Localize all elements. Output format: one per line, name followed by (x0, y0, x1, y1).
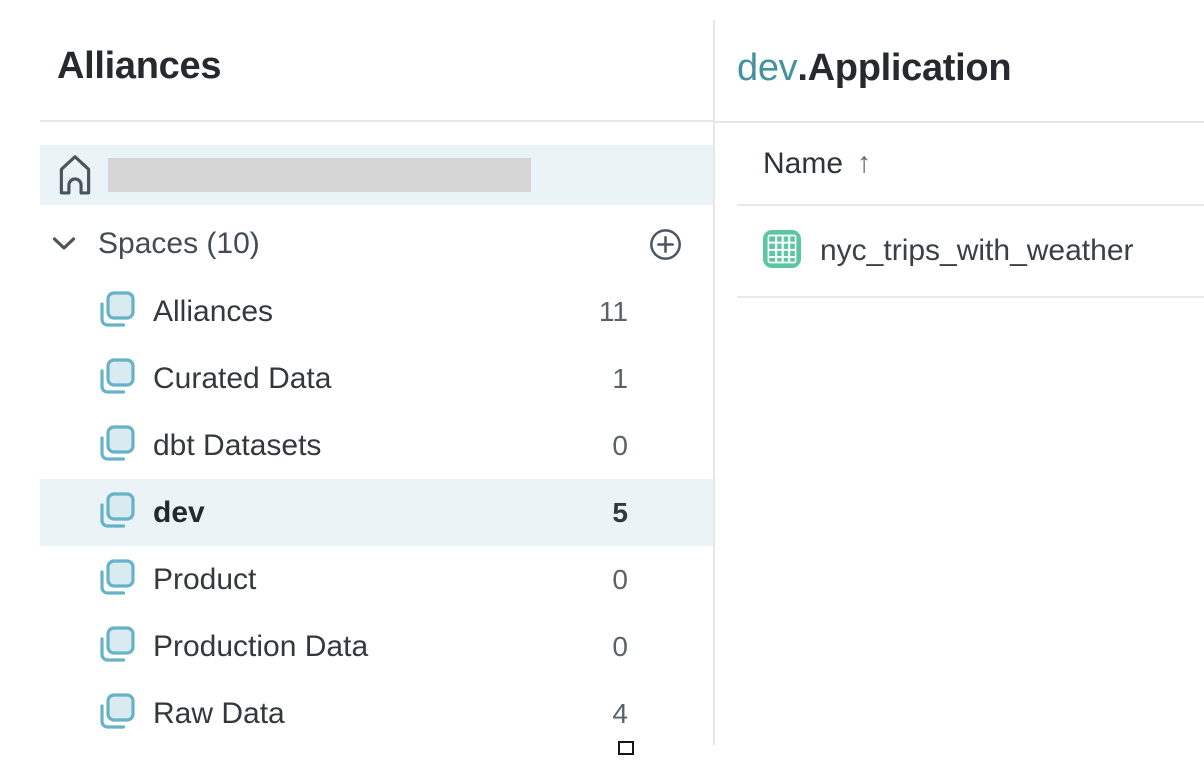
breadcrumb-header: dev.Application (715, 0, 1204, 123)
space-item-label: dbt Datasets (153, 429, 321, 463)
app-window: Alliances Spaces (10) (0, 0, 1204, 770)
space-item-dev[interactable]: dev 5 (40, 479, 713, 546)
home-nav-row[interactable] (40, 145, 713, 205)
sort-ascending-arrow: ↑ (857, 147, 872, 180)
cursor-artifact (618, 741, 634, 755)
space-item-alliances[interactable]: Alliances 11 (40, 278, 713, 345)
space-item-count: 1 (612, 363, 713, 395)
sidebar-title-divider (40, 120, 713, 122)
chevron-down-icon[interactable] (52, 236, 76, 252)
space-item-count: 0 (612, 631, 713, 663)
space-icon (95, 624, 136, 670)
breadcrumb-entity: Application (808, 47, 1012, 89)
spaces-section-label: Spaces (10) (98, 227, 260, 261)
name-column-label: Name (763, 147, 843, 181)
space-item-count: 4 (612, 698, 713, 730)
main-panel: dev.Application Name ↑ (715, 0, 1204, 770)
name-column-header[interactable]: Name ↑ (737, 123, 1204, 206)
space-item-label: Production Data (153, 630, 368, 664)
breadcrumb-space-link[interactable]: dev (737, 47, 797, 89)
space-item-label: Curated Data (153, 362, 331, 396)
space-item-product[interactable]: Product 0 (40, 546, 713, 613)
plus-circle-icon[interactable] (649, 228, 682, 261)
redacted-label-bar (108, 158, 531, 192)
spaces-section-header: Spaces (10) (40, 214, 713, 274)
space-icon (95, 691, 136, 737)
space-icon (95, 423, 136, 469)
dataset-table-icon (762, 229, 802, 274)
space-icon (95, 490, 136, 536)
breadcrumb-separator: . (797, 47, 807, 89)
space-item-label: Product (153, 563, 256, 597)
dataset-name: nyc_trips_with_weather (820, 234, 1134, 268)
space-item-count: 0 (612, 430, 713, 462)
space-item-dbt-datasets[interactable]: dbt Datasets 0 (40, 412, 713, 479)
space-item-count: 0 (612, 564, 713, 596)
space-icon (95, 289, 136, 335)
space-item-label: Raw Data (153, 697, 285, 731)
space-list: Alliances 11 Curated Data 1 dbt Datasets… (40, 278, 713, 747)
space-item-count: 5 (612, 497, 713, 529)
dataset-row[interactable]: nyc_trips_with_weather (737, 206, 1204, 298)
space-item-raw-data[interactable]: Raw Data 4 (40, 680, 713, 747)
space-item-label: dev (153, 496, 205, 530)
sidebar-title: Alliances (57, 45, 221, 88)
space-icon (95, 557, 136, 603)
home-icon (55, 151, 95, 200)
breadcrumb: dev.Application (737, 47, 1011, 90)
space-item-curated-data[interactable]: Curated Data 1 (40, 345, 713, 412)
space-item-count: 11 (599, 296, 713, 328)
space-item-production-data[interactable]: Production Data 0 (40, 613, 713, 680)
space-icon (95, 356, 136, 402)
sidebar: Alliances Spaces (10) (0, 0, 713, 770)
space-item-label: Alliances (153, 295, 273, 329)
